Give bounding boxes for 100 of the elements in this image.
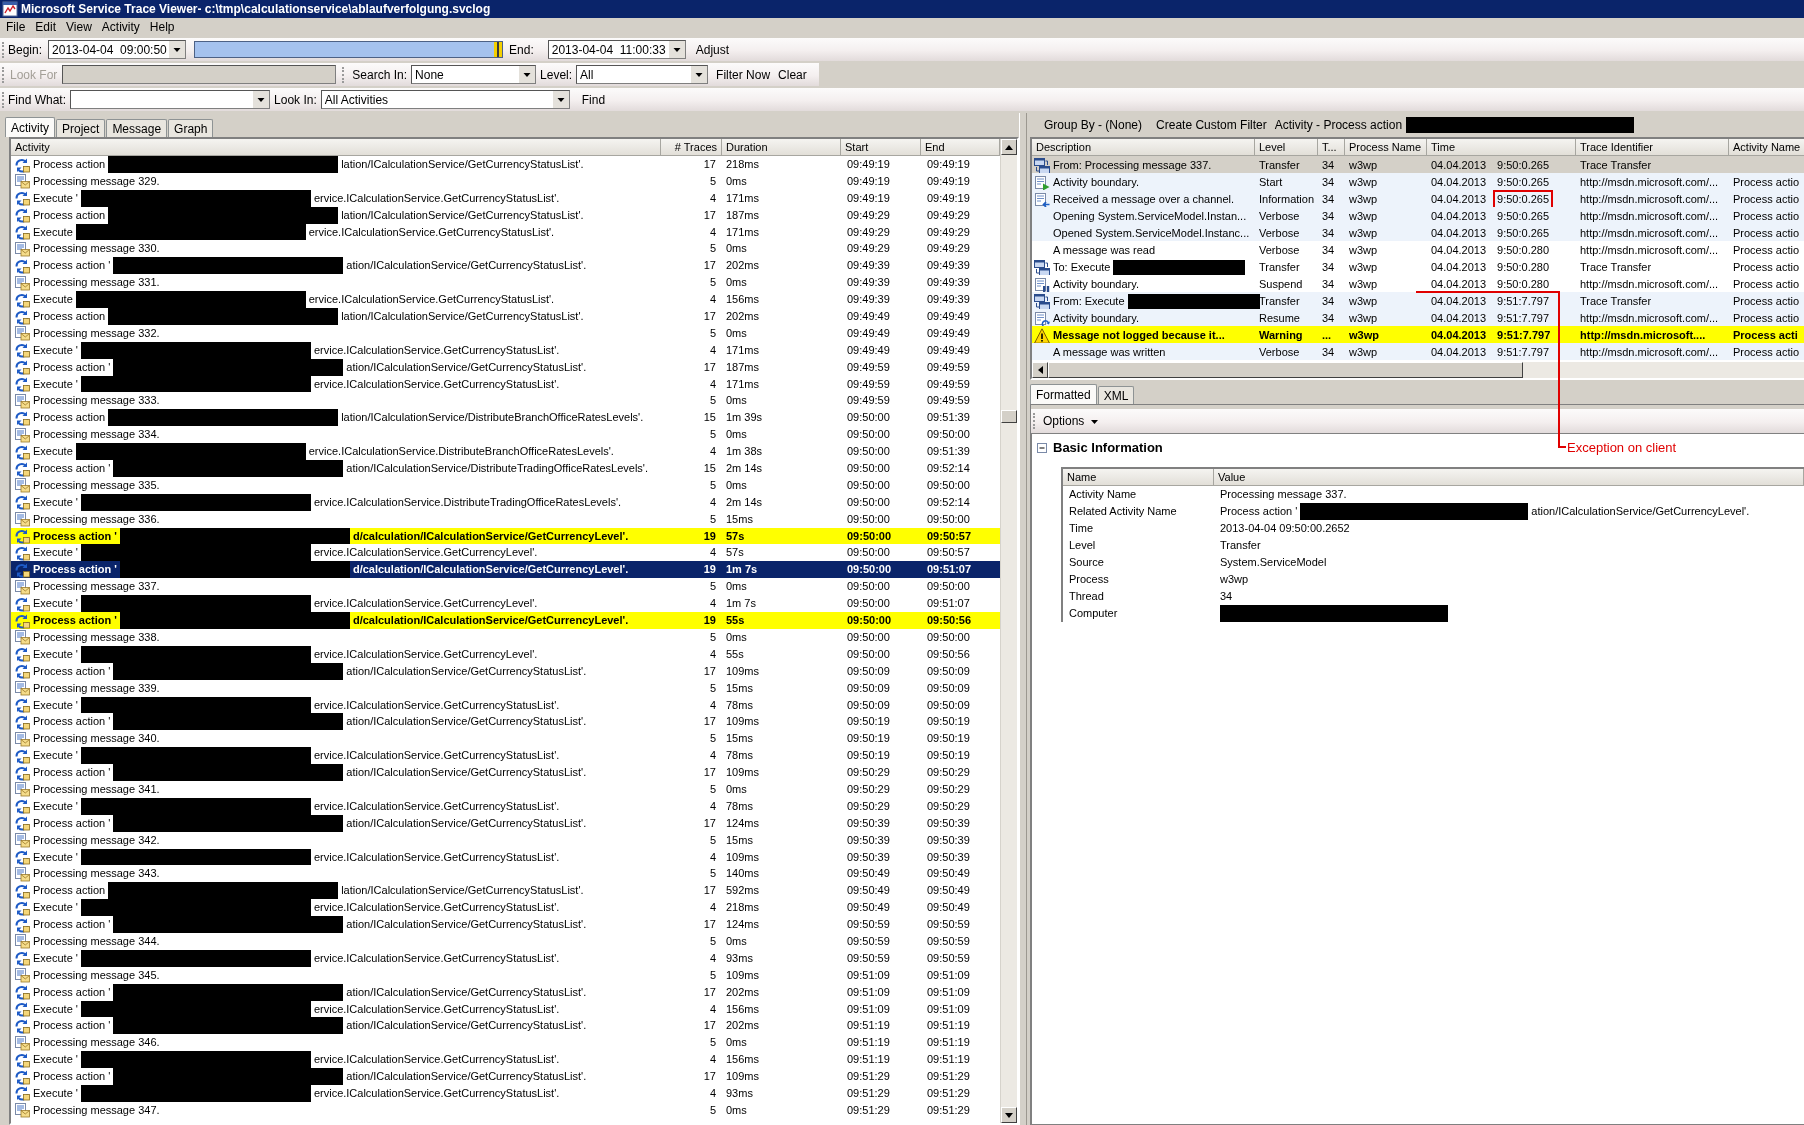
tab[interactable]: Graph [168, 119, 214, 137]
search-in-dropdown[interactable]: None [411, 65, 537, 84]
table-cell-text: 09:49:19 [846, 158, 891, 171]
clear-button[interactable]: Clear [774, 65, 811, 84]
scroll-thumb[interactable] [1048, 362, 1523, 378]
activity-text: Execute ' [33, 377, 78, 391]
column-header[interactable]: Process Name [1345, 139, 1427, 156]
tab[interactable]: Project [56, 119, 106, 137]
activity-text: Processing message 341. [33, 782, 160, 796]
table-cell-text: 5 [708, 968, 717, 982]
activity-text: Processing message 337. [33, 580, 160, 594]
options-button[interactable]: Options [1039, 412, 1102, 430]
scrollbar[interactable] [1032, 362, 1804, 378]
column-header[interactable]: # Traces [661, 139, 722, 156]
trace-row[interactable]: Received a message over a channel. Information 34 w3wp 04.04.2013 9:50:0.265 http://msdn.microsoft.com/... Process actio [1032, 190, 1804, 207]
trace-row[interactable]: Activity boundary. Resume 34 w3wp 04.04.2013 9:51:7.797 http://msdn.microsoft.com/... Process actio [1032, 309, 1804, 326]
table-cell-text: 09:49:19 [846, 174, 891, 188]
column-header[interactable]: Activity [11, 139, 661, 156]
table-cell-text: 09:51:19 [846, 1036, 891, 1050]
trace-row[interactable]: Opening System.ServiceModel.Instan... Verbose 34 w3wp 04.04.2013 9:50:0.265 http://msdn.microsoft.com/... Process actio [1032, 207, 1804, 224]
begin-time-dropdown[interactable]: 2013-04-04 09:00:50 [48, 40, 187, 59]
tab[interactable]: Formatted [1030, 384, 1097, 404]
table-cell-text: Resume [1258, 312, 1301, 325]
table-cell-text: 592ms [725, 884, 761, 898]
find-what-label: Find What: [8, 92, 67, 107]
linked-windows-icon [1034, 259, 1050, 276]
table-cell-text: 57s [725, 529, 746, 543]
table-cell-text: 09:51:09 [846, 985, 891, 999]
activity-text: Process action ' [33, 985, 111, 999]
activity-text: ervice.ICalculationService.GetCurrencyStatusList'. [313, 377, 560, 391]
column-header[interactable]: Level [1255, 139, 1318, 156]
trace-row[interactable]: From: Execute Transfer 34 w3wp 04.04.2013 9:51:7.797 Trace Transfer Process actio [1032, 292, 1804, 309]
scroll-down-button[interactable] [1001, 1107, 1017, 1123]
column-header[interactable]: T... [1318, 139, 1345, 156]
column-header[interactable]: Value [1214, 469, 1804, 486]
tab[interactable]: Activity [5, 117, 55, 137]
trace-date: 04.04.2013 [1431, 278, 1487, 291]
activity-text: lation/ICalculationService/DistributeBranchOfficeRatesLevels'. [341, 411, 644, 425]
rotating-arrows-icon [14, 1085, 30, 1102]
menu-item[interactable]: Activity [96, 20, 145, 34]
table-cell-text: 09:50:59 [846, 951, 891, 965]
range-handle[interactable] [494, 42, 503, 57]
trace-row[interactable]: Opened System.ServiceModel.Instanc... Verbose 34 w3wp 04.04.2013 9:50:0.265 http://msdn.microsoft.com/... Process actio [1032, 224, 1804, 241]
activity-row[interactable]: Process action ' d/calculation/ICalculationService/GetCurrencyLevel'. 19 55s 09:50:00 09:50:56 [11, 612, 1000, 629]
table-cell-text: Process actio [1732, 193, 1801, 206]
end-time-dropdown[interactable]: 2013-04-04 11:00:33 [547, 40, 686, 59]
scroll-up-button[interactable] [1001, 139, 1017, 155]
adjust-button[interactable]: Adjust [691, 40, 734, 59]
trace-row[interactable]: Message not logged because it... Warning ... w3wp 04.04.2013 9:51:7.797 http://msdn.microsoft.... Process acti [1032, 326, 1804, 343]
menu-item[interactable]: View [61, 20, 97, 34]
property-value: 34 [1220, 590, 1233, 603]
activity-text: Process action ' [33, 614, 117, 628]
activity-text: Processing message 339. [33, 681, 160, 695]
table-cell-text: 09:52:14 [926, 495, 971, 509]
activity-text: ation/ICalculationService/GetCurrencyStatusList'. [346, 259, 587, 273]
document-envelope-icon [14, 1102, 30, 1119]
filter-now-button[interactable]: Filter Now [712, 65, 775, 84]
tab[interactable]: Message [106, 119, 168, 137]
find-what-field[interactable] [70, 90, 271, 109]
activity-text: Processing message 342. [33, 833, 160, 847]
find-button[interactable]: Find [577, 90, 610, 109]
trace-row[interactable]: A message was written Verbose 34 w3wp 04.04.2013 9:51:7.797 http://msdn.microsoft.com/... Process actio [1032, 343, 1804, 360]
table-cell-text: w3wp [1348, 329, 1380, 342]
collapse-icon[interactable] [1037, 443, 1047, 453]
menu-item[interactable]: Help [144, 20, 180, 34]
look-in-dropdown[interactable]: All Activities [320, 90, 570, 109]
trace-row[interactable]: Activity boundary. Start 34 w3wp 04.04.2013 9:50:0.265 http://msdn.microsoft.com/... Process actio [1032, 173, 1804, 190]
create-custom-filter-button[interactable]: Create Custom Filter [1152, 116, 1271, 134]
scroll-thumb[interactable] [1001, 410, 1017, 423]
trace-time: 9:50:0.265 [1496, 175, 1551, 190]
group-by-button[interactable]: Group By - (None) [1040, 116, 1147, 134]
column-header[interactable]: Start [841, 139, 921, 156]
toolbar-grip[interactable] [342, 66, 345, 83]
table-cell-text: 0ms [725, 276, 748, 290]
table-cell-text: 09:50:29 [846, 766, 891, 780]
trace-row[interactable]: From: Processing message 337. Transfer 34 w3wp 04.04.2013 9:50:0.265 Trace Transfer [1032, 156, 1804, 173]
table-cell-text: 5 [708, 580, 717, 594]
menu-item[interactable]: Edit [30, 20, 62, 34]
column-header[interactable]: Duration [722, 139, 841, 156]
activity-text: Process action ' [33, 816, 111, 830]
rotating-arrows-icon [14, 494, 30, 511]
level-dropdown[interactable]: All [576, 65, 709, 84]
table-cell-text: Information [1258, 193, 1316, 206]
scroll-left-button[interactable] [1032, 362, 1048, 378]
column-header[interactable]: Name [1063, 469, 1214, 486]
column-header[interactable]: Description [1032, 139, 1255, 156]
column-header[interactable]: Time [1427, 139, 1576, 156]
table-cell-text: 78ms [725, 698, 754, 712]
activity-row[interactable]: Process action ' d/calculation/ICalculationService/GetCurrencyLevel'. 19 1m 7s 09:50:00 09:51:07 [11, 561, 1000, 579]
table-cell-text: w3wp [1348, 159, 1379, 172]
tab[interactable]: XML [1097, 386, 1135, 404]
document-envelope-icon [14, 240, 30, 257]
scrollbar[interactable] [1000, 139, 1017, 1123]
table-cell-text: 09:51:39 [926, 411, 971, 425]
column-header[interactable]: Trace Identifier [1576, 139, 1729, 156]
menu-item[interactable]: File [1, 20, 31, 34]
trace-date: 04.04.2013 [1431, 261, 1487, 274]
column-header[interactable]: End [921, 139, 1000, 156]
look-in-label: Look In: [274, 92, 317, 107]
column-header[interactable]: Activity Name [1729, 139, 1804, 156]
